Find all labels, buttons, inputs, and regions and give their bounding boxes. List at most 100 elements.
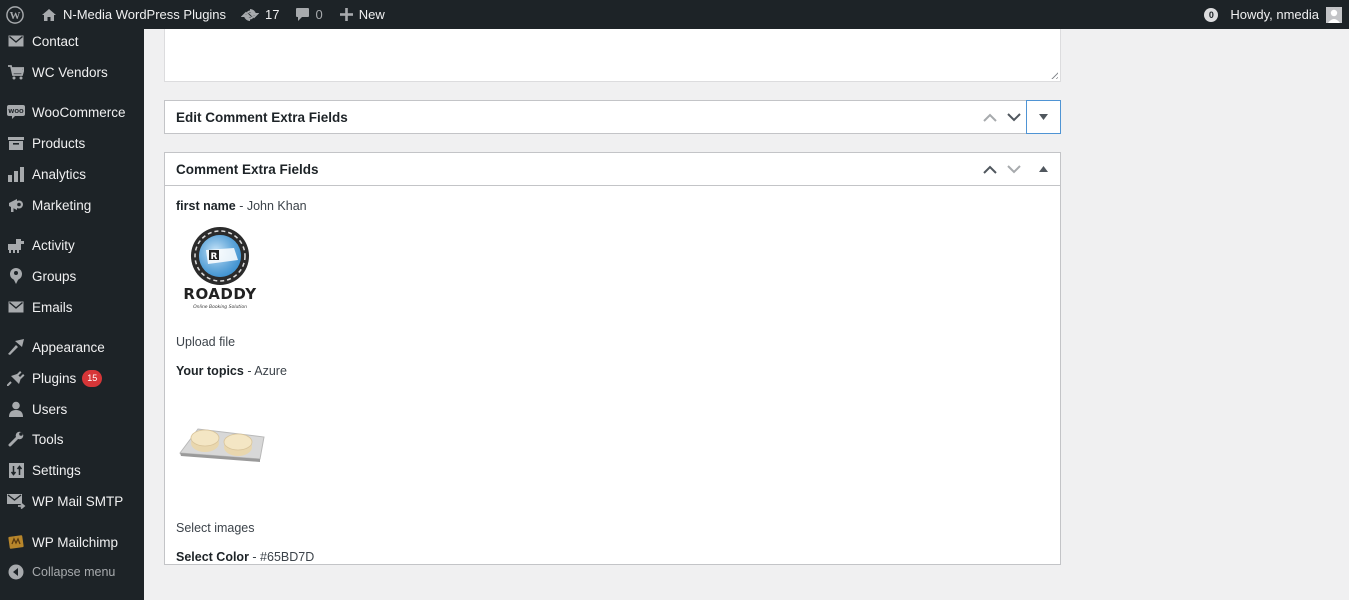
logo-subtext: Online Booking Solution — [193, 304, 247, 310]
chevron-down-icon — [1007, 113, 1021, 122]
sidebar-item-marketing[interactable]: Marketing — [0, 190, 144, 220]
sidebar-item-label: WooCommerce — [32, 104, 126, 120]
metabox-title: Edit Comment Extra Fields — [176, 110, 348, 125]
sidebar-item-emails[interactable]: Emails — [0, 292, 144, 322]
notifications-count[interactable]: 0 — [1204, 7, 1219, 22]
my-account-link[interactable]: Howdy, nmedia — [1230, 0, 1349, 29]
sidebar-item-wp-mailchimp[interactable]: WP Mailchimp — [0, 527, 144, 557]
collapse-menu-button[interactable]: Collapse menu — [0, 557, 144, 587]
triangle-down-icon — [1039, 114, 1048, 120]
cart-icon — [0, 64, 32, 80]
triangle-up-icon — [1038, 166, 1048, 172]
comments-link[interactable]: 0 — [287, 0, 330, 29]
mailchimp-icon — [0, 534, 32, 550]
sidebar-item-label: Marketing — [32, 197, 92, 213]
field-value: - John Khan — [235, 199, 307, 213]
first-name-field: first name - John Khan — [176, 198, 1049, 214]
sidebar-item-label: Settings — [32, 462, 81, 478]
sidebar-item-groups[interactable]: Groups — [0, 261, 144, 291]
megaphone-icon — [0, 197, 32, 213]
wrench-icon — [0, 431, 32, 447]
paintbrush-icon — [0, 339, 32, 355]
sidebar-item-settings[interactable]: Settings — [0, 455, 144, 485]
updates-link[interactable]: 17 — [233, 0, 286, 29]
edit-comment-extra-fields-metabox: Edit Comment Extra Fields — [164, 100, 1061, 134]
howdy-text: Howdy, nmedia — [1230, 7, 1319, 22]
sidebar-item-label: Contact — [32, 33, 79, 49]
sidebar-item-analytics[interactable]: Analytics — [0, 159, 144, 189]
sidebar-item-users[interactable]: Users — [0, 394, 144, 424]
sidebar-item-label: WP Mail SMTP — [32, 493, 124, 509]
sidebar-item-wc-vendors[interactable]: WC Vendors — [0, 57, 144, 87]
sidebar-item-plugins[interactable]: Plugins 15 — [0, 363, 144, 393]
activity-icon — [0, 238, 32, 253]
comment-bubble-icon — [295, 7, 310, 22]
metabox-title: Comment Extra Fields — [176, 161, 319, 177]
bar-chart-icon — [0, 166, 32, 182]
sidebar-item-label: Collapse menu — [32, 565, 116, 579]
comment-textarea[interactable] — [164, 29, 1061, 82]
plugins-update-badge: 15 — [82, 369, 103, 387]
sidebar-item-contact[interactable]: Contact — [0, 26, 144, 56]
resize-handle[interactable] — [1049, 70, 1058, 79]
field-value: - Azure — [243, 364, 287, 378]
svg-text:R: R — [211, 252, 218, 262]
selected-product-image[interactable] — [176, 393, 266, 483]
admin-sidebar: Contact WC Vendors WOO WooCommerce Produ… — [0, 29, 144, 600]
plus-icon — [339, 8, 353, 21]
toggle-panel-button[interactable] — [1026, 100, 1061, 134]
move-up-button[interactable] — [978, 153, 1002, 186]
settings-icon — [0, 462, 32, 478]
plug-icon — [0, 370, 32, 386]
mail-smtp-icon — [0, 493, 32, 509]
sidebar-item-label: Analytics — [32, 166, 87, 182]
comments-count: 0 — [315, 7, 323, 22]
metabox-header: Comment Extra Fields — [165, 153, 1060, 186]
avatar — [1326, 6, 1342, 23]
sidebar-item-label: Activity — [32, 237, 75, 253]
wp-logo-menu[interactable]: W — [0, 0, 31, 29]
field-label: Your topics — [176, 364, 244, 378]
sidebar-item-label: Groups — [32, 268, 77, 284]
collapse-icon — [0, 564, 32, 580]
comment-extra-fields-metabox: Comment Extra Fields first name - John K… — [164, 152, 1061, 565]
chevron-up-icon — [983, 113, 997, 122]
archive-icon — [0, 136, 32, 150]
move-down-button[interactable] — [1002, 153, 1026, 186]
sidebar-item-label: Plugins — [32, 370, 77, 386]
site-name-link[interactable]: N-Media WordPress Plugins — [31, 0, 233, 29]
topics-field: Your topics - Azure — [176, 363, 1049, 379]
field-label: Select Color — [176, 550, 249, 564]
sidebar-item-label: Products — [32, 135, 86, 151]
sidebar-item-appearance[interactable]: Appearance — [0, 332, 144, 362]
svg-text:WOO: WOO — [8, 109, 24, 115]
home-icon — [41, 8, 57, 22]
sidebar-item-wp-mail-smtp[interactable]: WP Mail SMTP — [0, 486, 144, 516]
svg-text:W: W — [10, 9, 21, 21]
sidebar-item-products[interactable]: Products — [0, 128, 144, 158]
sidebar-item-tools[interactable]: Tools — [0, 424, 144, 454]
sidebar-item-label: WP Mailchimp — [32, 534, 119, 550]
sidebar-item-label: WC Vendors — [32, 64, 108, 80]
sidebar-item-woocommerce[interactable]: WOO WooCommerce — [0, 97, 144, 127]
admin-bar: W N-Media WordPress Plugins 17 0 New 0 H… — [0, 0, 1349, 29]
move-up-button[interactable] — [978, 101, 1002, 134]
move-down-button[interactable] — [1002, 101, 1026, 134]
wordpress-logo-icon: W — [6, 5, 24, 24]
metabox-header: Edit Comment Extra Fields — [165, 100, 1061, 134]
sidebar-item-activity[interactable]: Activity — [0, 230, 144, 260]
uploaded-logo-image[interactable]: R ROADDY Online Booking Solution — [176, 224, 266, 314]
upload-file-caption: Upload file — [176, 335, 236, 349]
new-label: New — [358, 7, 385, 22]
chevron-up-icon — [983, 165, 997, 174]
groups-icon — [0, 268, 32, 284]
user-icon — [0, 401, 32, 417]
new-content-link[interactable]: New — [330, 0, 392, 29]
select-images-caption: Select images — [176, 521, 255, 535]
logo-text: ROADDY — [183, 285, 257, 303]
site-name: N-Media WordPress Plugins — [63, 7, 227, 22]
toggle-panel-button[interactable] — [1026, 153, 1060, 186]
chevron-down-icon — [1007, 164, 1021, 173]
color-field: Select Color - #65BD7D — [176, 549, 1049, 565]
sidebar-item-label: Appearance — [32, 339, 105, 355]
